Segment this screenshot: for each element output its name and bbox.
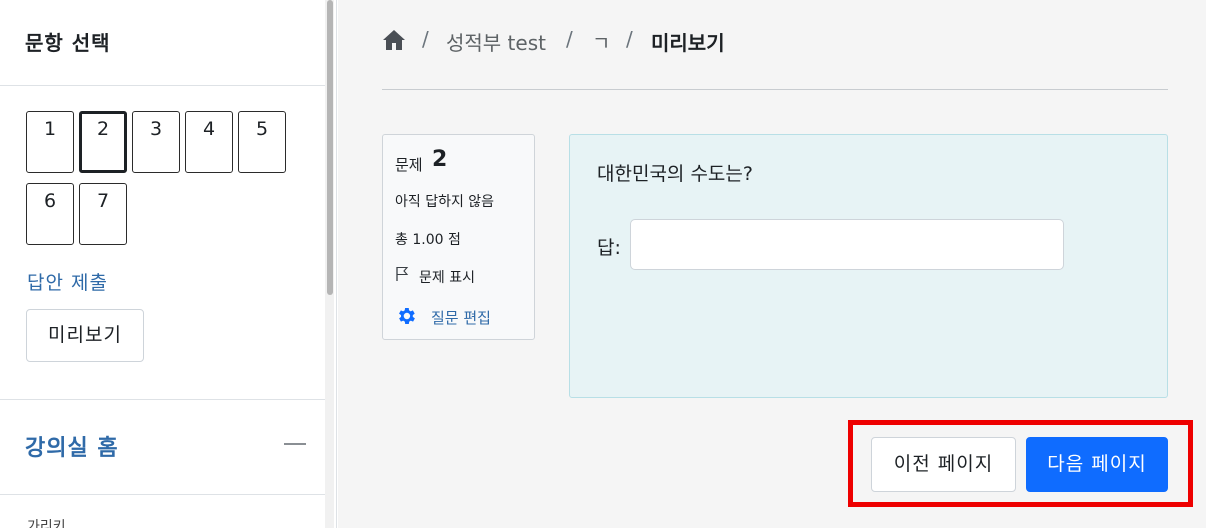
- question-button-1[interactable]: 1: [26, 111, 74, 173]
- flag-question-label[interactable]: 문제 표시: [419, 267, 475, 287]
- question-info-box: 문제 2 아직 답하지 않음 총 1.00 점 문제 표시 질문 편집: [382, 134, 535, 340]
- answer-input[interactable]: [630, 219, 1064, 270]
- answer-label: 답:: [597, 237, 621, 259]
- divider: [0, 85, 325, 86]
- quiz-navigation-panel: 문항 선택 1 2 3 4 5 6 7 답안 제출 미리보기 강의실 홈 가리키: [0, 0, 337, 528]
- previous-page-button[interactable]: 이전 페이지: [871, 437, 1016, 492]
- panel-title: 문항 선택: [25, 31, 111, 55]
- breadcrumb-gradebook[interactable]: 성적부 test: [446, 27, 546, 56]
- question-points: 총 1.00 점: [395, 232, 461, 248]
- question-button-7[interactable]: 7: [79, 183, 127, 245]
- next-section-label[interactable]: 가리키: [27, 516, 75, 528]
- question-number: 2: [432, 147, 448, 172]
- minus-icon[interactable]: [284, 443, 306, 445]
- question-button-5[interactable]: 5: [238, 111, 286, 173]
- course-home-link[interactable]: 강의실 홈: [25, 430, 119, 462]
- question-button-3[interactable]: 3: [132, 111, 180, 173]
- breadcrumb-separator: /: [422, 27, 429, 51]
- question-number-label: 문제: [395, 156, 423, 174]
- edit-question-link[interactable]: 질문 편집: [431, 307, 491, 328]
- home-icon[interactable]: [382, 29, 406, 51]
- divider: [0, 399, 325, 400]
- answer-status: 아직 답하지 않음: [395, 194, 495, 210]
- flag-icon[interactable]: [395, 266, 409, 282]
- next-page-button[interactable]: 다음 페이지: [1026, 437, 1168, 492]
- question-button-6[interactable]: 6: [26, 183, 74, 245]
- divider: [382, 89, 1168, 90]
- question-text: 대한민국의 수도는?: [597, 163, 753, 185]
- submit-answers-link[interactable]: 답안 제출: [27, 268, 108, 295]
- question-button-4[interactable]: 4: [185, 111, 233, 173]
- scrollbar-thumb[interactable]: [327, 0, 333, 295]
- breadcrumb-separator: /: [566, 27, 573, 51]
- breadcrumb-quiz[interactable]: ㄱ: [592, 27, 610, 56]
- breadcrumb-current: 미리보기: [651, 31, 725, 55]
- breadcrumb-separator: /: [626, 27, 633, 51]
- divider: [0, 494, 325, 495]
- question-content: 대한민국의 수도는? 답:: [569, 134, 1168, 398]
- main-content: / 성적부 test / ㄱ / 미리보기 문제 2 아직 답하지 않음 총 1…: [338, 0, 1206, 528]
- preview-button[interactable]: 미리보기: [26, 309, 144, 362]
- gear-icon[interactable]: [395, 305, 417, 327]
- question-button-2-current[interactable]: 2: [79, 111, 127, 173]
- quiz-preview-page: 문항 선택 1 2 3 4 5 6 7 답안 제출 미리보기 강의실 홈 가리키…: [0, 0, 1206, 528]
